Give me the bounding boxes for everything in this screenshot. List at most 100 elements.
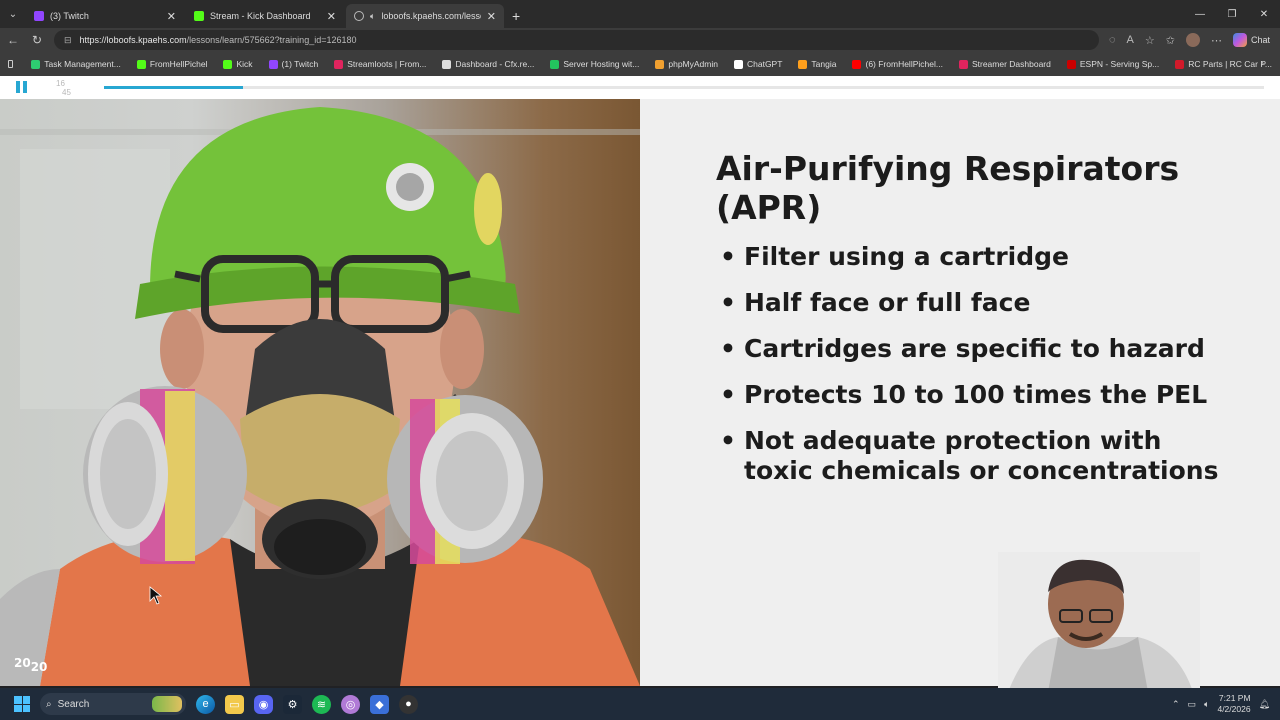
worker-with-respirator-image [0, 107, 640, 686]
minimize-icon[interactable]: — [1184, 9, 1216, 20]
tab-lesson[interactable]: 🔈︎ loboofs.kpaehs.com/lessons/l ✕ [346, 4, 504, 28]
tab-title: (3) Twitch [50, 11, 89, 21]
bookmark-icon [268, 59, 278, 69]
read-aloud-icon[interactable]: A [1127, 34, 1134, 46]
bookmark-icon [136, 59, 146, 69]
bullet-item: Half face or full face [720, 288, 1220, 318]
company-logo: 2020 [14, 656, 47, 674]
toolbar-actions: ◌ A ☆ ✩ ⋯ Chat [1109, 33, 1274, 47]
back-icon[interactable]: ← [6, 33, 20, 47]
favorites-icon[interactable]: ✩ [1166, 34, 1175, 47]
bookmark-label: phpMyAdmin [668, 59, 718, 69]
bookmark-label: Dashboard - Cfx.re... [455, 59, 535, 69]
clock-time: 7:21 PM [1218, 693, 1251, 703]
more-menu-icon[interactable]: ⋯ [1211, 34, 1222, 47]
search-highlight-image [152, 696, 182, 712]
tab-twitch[interactable]: (3) Twitch ✕ [26, 4, 184, 28]
notification-bell-icon[interactable]: 🔔︎ [1259, 699, 1270, 710]
bookmark-icon [223, 59, 233, 69]
close-tab-icon[interactable]: ✕ [167, 10, 176, 23]
bookmark-espn[interactable]: ESPN - Serving Sp... [1059, 59, 1167, 69]
bookmark-label: Task Management... [44, 59, 121, 69]
edge-icon[interactable]: e [196, 694, 215, 714]
more-bookmarks-chevron-icon[interactable]: › [1261, 58, 1264, 69]
copilot-icon [1232, 33, 1247, 47]
network-icon[interactable]: ▭ [1188, 699, 1197, 710]
bookmark-cfx-dashboard[interactable]: Dashboard - Cfx.re... [434, 59, 542, 69]
slide-title: Air-Purifying Respirators (APR) [716, 149, 1180, 227]
new-tab-button[interactable]: + [512, 4, 520, 28]
file-explorer-icon[interactable]: ▭ [225, 694, 244, 714]
tracking-icon[interactable]: ◌ [1109, 34, 1116, 46]
bookmark-fromhellpichel[interactable]: FromHellPichel [129, 59, 216, 69]
bookmark-label: ESPN - Serving Sp... [1079, 59, 1160, 69]
url-host: https://loboofs.kpaehs.com [79, 35, 187, 45]
webcam-overlay [998, 552, 1200, 692]
bookmark-label: RC Parts | RC Car P... [1188, 59, 1272, 69]
bookmark-icon [1066, 59, 1076, 69]
bookmark-youtube[interactable]: (6) FromHellPichel... [844, 59, 950, 69]
bookmark-tangia[interactable]: Tangia [790, 59, 844, 69]
discord-icon[interactable]: ◉ [254, 694, 273, 714]
system-tray: ⌃ ▭ 🔈︎ 7:21 PM 4/2/2026 🔔︎ [1172, 688, 1270, 720]
bookmark-streamer-dashboard[interactable]: Streamer Dashboard [951, 59, 1059, 69]
profile-avatar[interactable] [1185, 33, 1200, 47]
close-window-icon[interactable]: ✕ [1248, 9, 1280, 20]
window-controls: — ❐ ✕ [1184, 0, 1280, 28]
windows-start-icon[interactable] [14, 696, 30, 712]
bookmark-server-hosting[interactable]: Server Hosting wit... [542, 59, 647, 69]
tab-title: loboofs.kpaehs.com/lessons/l [381, 11, 480, 21]
lesson-progress-fill [104, 86, 243, 89]
slide-counter: 16 45 [56, 79, 71, 97]
tray-chevron-icon[interactable]: ⌃ [1172, 699, 1180, 710]
restore-icon[interactable]: ❐ [1216, 9, 1248, 20]
bookmark-icon [655, 59, 665, 69]
tab-kick-dashboard[interactable]: Stream - Kick Dashboard ✕ [186, 4, 344, 28]
bookmark-label: (1) Twitch [281, 59, 319, 69]
copilot-chat-button[interactable]: Chat [1232, 33, 1270, 47]
logo-text-b: 20 [30, 660, 48, 674]
close-tab-icon[interactable]: ✕ [327, 10, 336, 23]
pause-button[interactable] [16, 81, 28, 93]
obs-icon[interactable]: ● [399, 694, 418, 714]
windows-taskbar: ⌕ Search e ▭ ◉ ⚙ ≋ ◎ ◆ ● ⌃ ▭ 🔈︎ 7:21 PM … [0, 688, 1280, 720]
steam-icon[interactable]: ⚙ [283, 694, 302, 714]
bookmark-phpmyadmin[interactable]: phpMyAdmin [647, 59, 726, 69]
bookmark-icon [852, 59, 862, 69]
taskbar-search[interactable]: ⌕ Search [40, 693, 186, 715]
slide-bullet-list: Filter using a cartridge Half face or fu… [720, 242, 1220, 502]
tab-title: Stream - Kick Dashboard [210, 11, 311, 21]
speaker-icon[interactable]: 🔈︎ [370, 11, 375, 22]
bookmark-icon [798, 59, 808, 69]
tab-actions-chevron-icon[interactable]: ⌄ [0, 0, 26, 28]
clock-date: 4/2/2026 [1217, 704, 1251, 714]
clock[interactable]: 7:21 PM 4/2/2026 [1217, 693, 1250, 715]
bookmark-chatgpt[interactable]: ChatGPT [726, 59, 790, 69]
lesson-progress-bar[interactable] [104, 86, 1264, 89]
bookmark-task-management[interactable]: Task Management... [23, 59, 129, 69]
address-input[interactable]: ⊟ https://loboofs.kpaehs.com/lessons/lea… [54, 30, 1099, 50]
app-diamond-icon[interactable]: ◆ [370, 694, 389, 714]
bookmark-label: FromHellPichel [149, 59, 208, 69]
lesson-player-bar: 16 45 [0, 76, 1280, 99]
bookmark-label: Server Hosting wit... [563, 59, 640, 69]
bookmark-icon [550, 59, 560, 69]
favorite-star-icon[interactable]: ☆ [1145, 34, 1155, 47]
volume-icon[interactable]: 🔈︎ [1204, 699, 1209, 710]
bookmark-icon [442, 59, 452, 69]
site-info-icon[interactable]: ⊟ [64, 35, 72, 46]
bookmark-kick[interactable]: Kick [215, 59, 260, 69]
kick-icon [194, 11, 204, 21]
bookmark-twitch[interactable]: (1) Twitch [261, 59, 327, 69]
spotify-icon[interactable]: ≋ [312, 694, 331, 714]
bookmark-streamloots[interactable]: Streamloots | From... [326, 59, 434, 69]
sidebar-toggle-icon[interactable] [8, 60, 14, 68]
bookmark-label: (6) FromHellPichel... [865, 59, 943, 69]
search-label: Search [57, 698, 90, 710]
bookmarks-bar: Task Management... FromHellPichel Kick (… [0, 52, 1280, 76]
close-tab-icon[interactable]: ✕ [487, 10, 496, 23]
bookmark-label: Streamloots | From... [347, 59, 427, 69]
reload-icon[interactable]: ↻ [30, 33, 44, 47]
app-shell-icon[interactable]: ◎ [341, 694, 360, 714]
url-path: /lessons/learn/575662?training_id=126180 [186, 35, 357, 45]
